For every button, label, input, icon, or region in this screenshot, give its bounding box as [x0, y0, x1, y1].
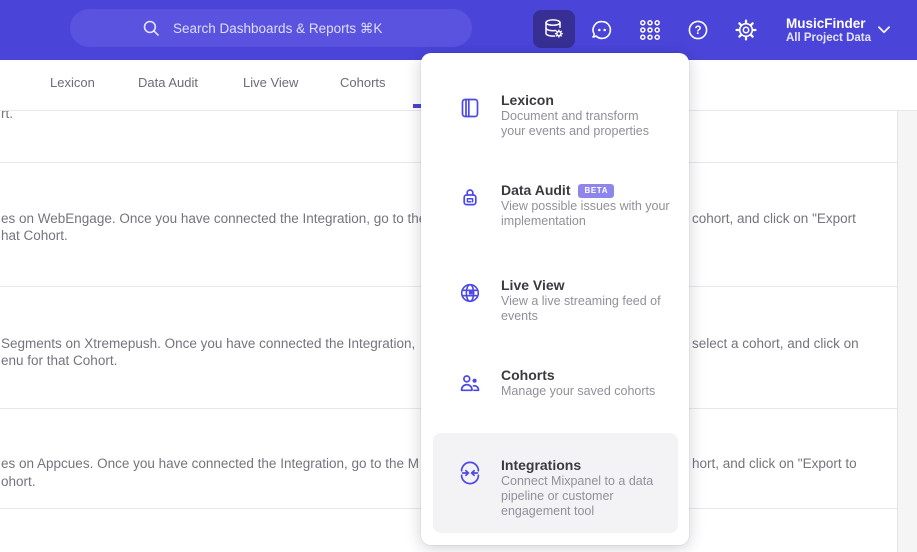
- beta-badge: BETA: [578, 183, 615, 198]
- tab-cohorts[interactable]: Cohorts: [340, 75, 386, 90]
- menu-item-description: View a live streaming feed of events: [501, 294, 661, 323]
- menu-item-lexicon[interactable]: Lexicon Document and transform your even…: [421, 92, 689, 139]
- menu-item-title: Integrations: [501, 457, 582, 473]
- data-management-button[interactable]: [533, 10, 575, 48]
- menu-item-title: Lexicon: [501, 92, 554, 108]
- svg-text:?: ?: [694, 25, 701, 37]
- data-management-dropdown-menu: Lexicon Document and transform your even…: [421, 53, 689, 545]
- top-navigation-bar: ? MusicFinder All Project Data: [0, 0, 917, 60]
- help-button[interactable]: ?: [680, 12, 716, 48]
- menu-item-cohorts[interactable]: Cohorts Manage your saved cohorts: [421, 367, 689, 399]
- help-icon: ?: [688, 20, 708, 40]
- apps-grid-icon: [640, 20, 660, 40]
- background-text-appcues-tail: hort, and click on "Export to: [692, 456, 857, 471]
- tab-lexicon[interactable]: Lexicon: [50, 75, 95, 90]
- sync-arrows-icon: [458, 461, 482, 485]
- chevron-down-icon: [878, 26, 890, 34]
- background-text-xtremepush-line2: enu for that Cohort.: [1, 353, 118, 368]
- menu-item-data-audit[interactable]: Data Audit BETA View possible issues wit…: [421, 182, 689, 229]
- background-text-appcues: es on Appcues. Once you have connected t…: [1, 456, 420, 471]
- menu-item-description: View possible issues with your implement…: [501, 199, 670, 228]
- data-management-icon: [545, 19, 563, 38]
- search-input[interactable]: [173, 20, 401, 36]
- background-text-xtremepush: Segments on Xtremepush. Once you have co…: [1, 336, 416, 351]
- scrollbar-track[interactable]: [897, 107, 917, 552]
- feedback-bubble-icon: [592, 20, 612, 40]
- background-text-webengage-tail: cohort, and click on "Export: [692, 211, 856, 226]
- background-text-webengage: es on WebEngage. Once you have connected…: [1, 211, 427, 226]
- lock-audit-icon: [458, 186, 482, 210]
- menu-item-live-view[interactable]: Live View View a live streaming feed of …: [421, 277, 689, 324]
- search-icon: [143, 20, 159, 36]
- settings-button[interactable]: [728, 12, 764, 48]
- app-window: rt. es on WebEngage. Once you have conne…: [0, 0, 917, 552]
- menu-item-description: Manage your saved cohorts: [501, 384, 656, 398]
- project-switcher[interactable]: MusicFinder All Project Data: [786, 12, 902, 48]
- menu-item-title: Data Audit: [501, 182, 571, 198]
- apps-grid-button[interactable]: [632, 12, 668, 48]
- book-icon: [458, 96, 482, 120]
- background-text-appcues-line2: ohort.: [1, 474, 36, 489]
- background-text-xtremepush-tail: select a cohort, and click on: [692, 336, 859, 351]
- tab-data-audit[interactable]: Data Audit: [138, 75, 198, 90]
- tab-live-view[interactable]: Live View: [243, 75, 298, 90]
- global-search[interactable]: [70, 9, 472, 47]
- background-text-webengage-line2: hat Cohort.: [1, 228, 68, 243]
- menu-item-title: Cohorts: [501, 367, 555, 383]
- menu-item-integrations[interactable]: Integrations Connect Mixpanel to a data …: [433, 433, 678, 533]
- people-icon: [458, 371, 482, 395]
- menu-item-title: Live View: [501, 277, 565, 293]
- menu-item-description: Document and transform your events and p…: [501, 109, 650, 138]
- menu-item-description: Connect Mixpanel to a data pipeline or c…: [501, 474, 654, 518]
- globe-icon: [458, 281, 482, 305]
- feedback-button[interactable]: [584, 12, 620, 48]
- settings-gear-icon: [735, 19, 757, 41]
